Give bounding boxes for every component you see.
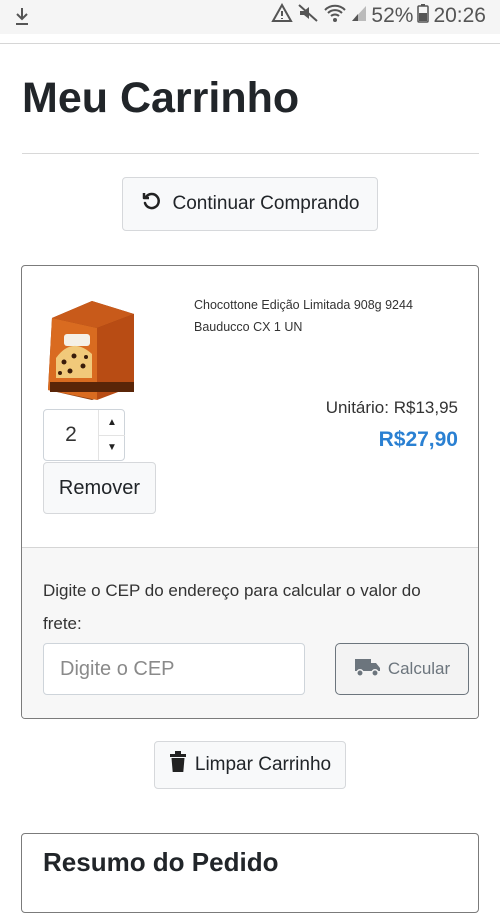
- clock: 20:26: [433, 4, 486, 27]
- quantity-spinner: ▲ ▼: [98, 410, 125, 460]
- clear-cart-button[interactable]: Limpar Carrinho: [154, 741, 346, 789]
- cep-label: Digite o CEP do endereço para calcular o…: [43, 581, 421, 633]
- status-bar: 52% 20:26: [0, 0, 500, 34]
- cart-item-card: Chocottone Edição Limitada 908g 9244 Bau…: [21, 265, 479, 719]
- cep-input[interactable]: [43, 643, 305, 695]
- remove-button[interactable]: Remover: [43, 462, 156, 514]
- order-summary-title: Resumo do Pedido: [43, 847, 279, 877]
- continue-shopping-label: Continuar Comprando: [172, 193, 360, 214]
- battery-icon: [417, 3, 430, 29]
- battery-level: 52%: [371, 4, 414, 27]
- calculate-label: Calcular: [387, 659, 451, 678]
- toolbar-divider: [0, 43, 500, 44]
- clear-cart-label: Limpar Carrinho: [194, 754, 332, 775]
- warning-icon: [271, 2, 294, 29]
- undo-icon: [141, 190, 163, 218]
- trash-icon: [169, 751, 187, 779]
- calculate-shipping-button[interactable]: Calcular: [335, 643, 469, 695]
- product-name[interactable]: Chocottone Edição Limitada 908g 9244 Bau…: [194, 294, 454, 338]
- title-divider: [22, 153, 479, 154]
- quantity-stepper[interactable]: 2 ▲ ▼: [43, 409, 125, 461]
- wifi-icon: [323, 3, 347, 29]
- shipping-calculator: Digite o CEP do endereço para calcular o…: [22, 548, 478, 718]
- caret-down-icon[interactable]: ▼: [99, 435, 125, 460]
- page-title: Meu Carrinho: [22, 74, 300, 122]
- item-total-price: R$27,90: [378, 428, 458, 451]
- download-icon: [12, 5, 32, 32]
- product-image[interactable]: [42, 296, 142, 404]
- caret-up-icon[interactable]: ▲: [99, 410, 125, 436]
- truck-icon: [354, 656, 382, 683]
- unit-price: Unitário: R$13,95: [325, 398, 458, 417]
- signal-icon: [351, 3, 367, 29]
- order-summary-card: Resumo do Pedido: [21, 833, 479, 913]
- quantity-value[interactable]: 2: [44, 410, 98, 460]
- mute-icon: [297, 3, 319, 29]
- continue-shopping-button[interactable]: Continuar Comprando: [122, 177, 378, 231]
